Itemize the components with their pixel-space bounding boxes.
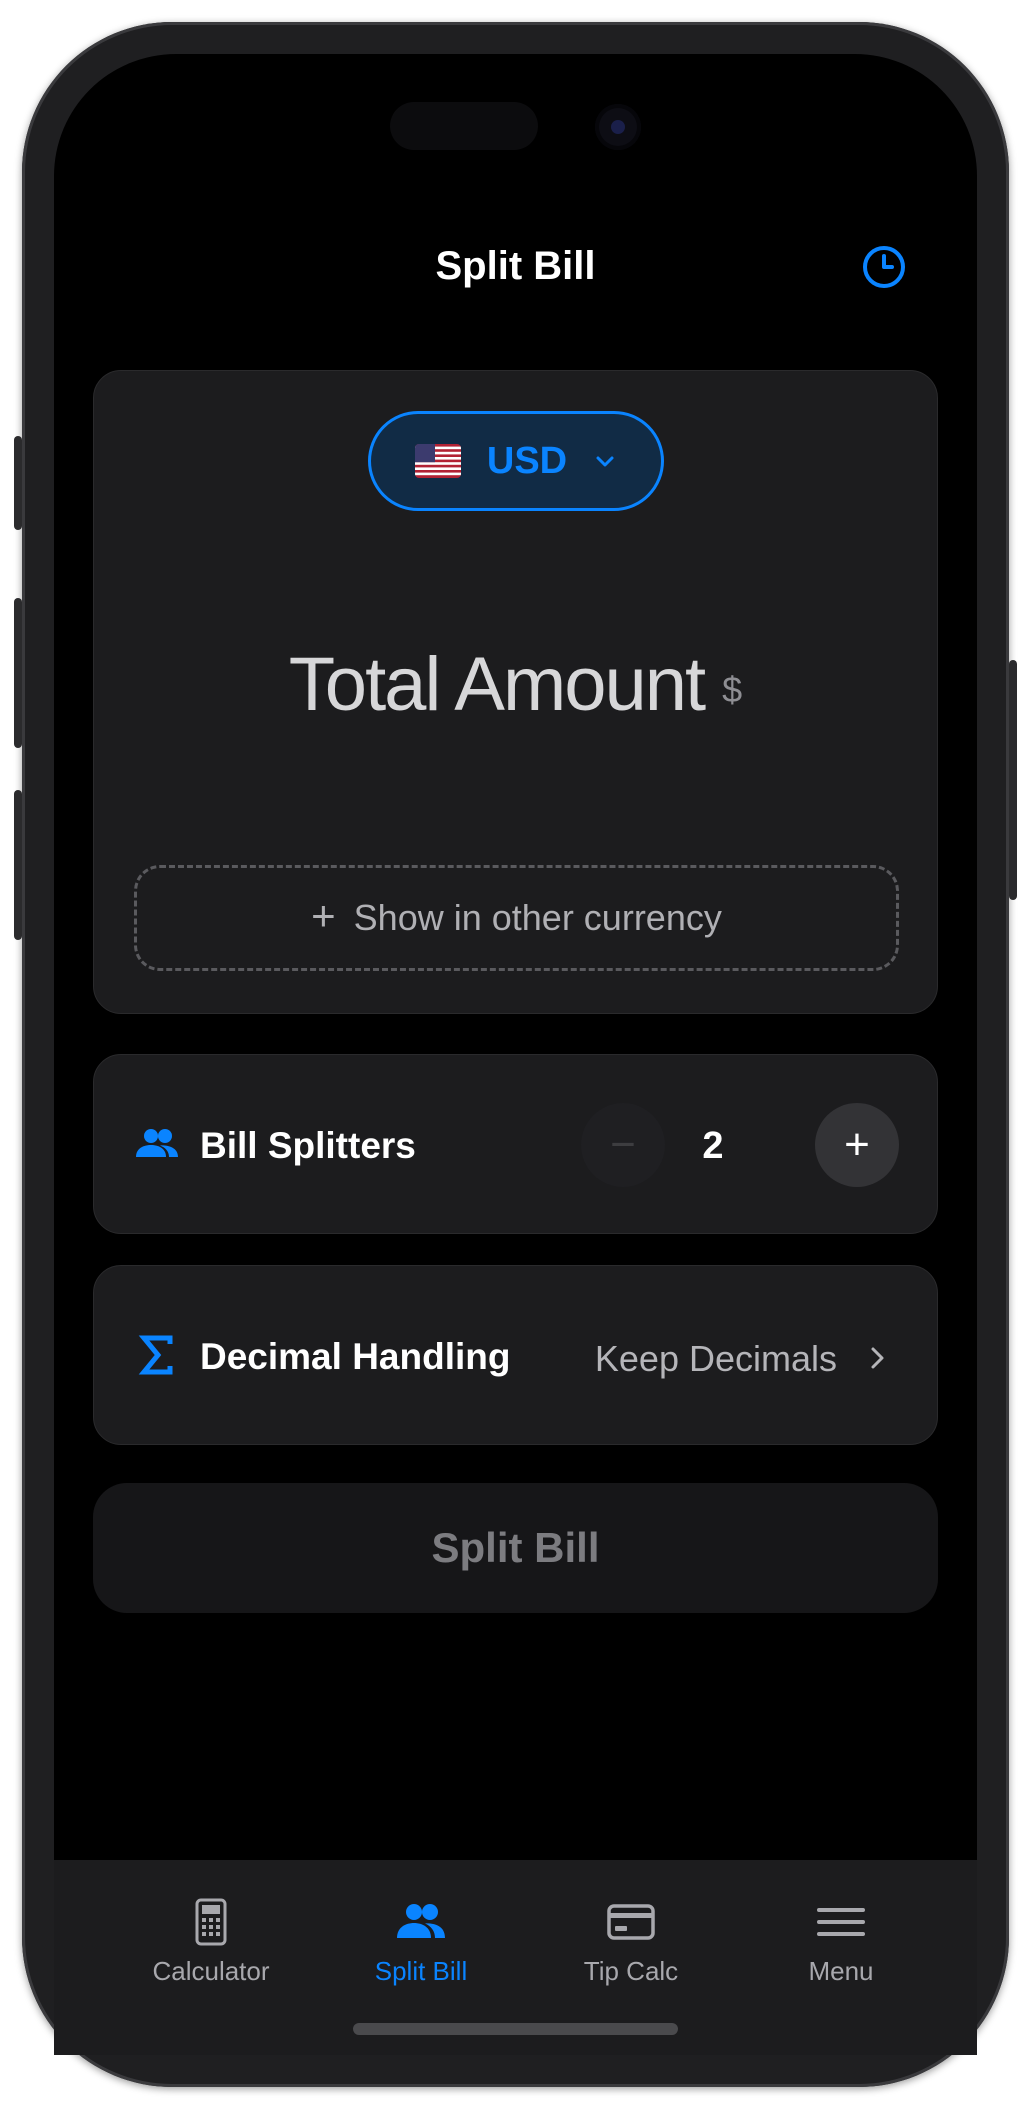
menu-icon [817, 1908, 865, 1936]
chevron-down-icon [596, 456, 614, 467]
currency-symbol: $ [722, 668, 743, 710]
tab-menu-label: Menu [808, 1956, 874, 1986]
currency-code: USD [486, 439, 568, 482]
card-icon [607, 1904, 655, 1940]
bill-splitters-row: Bill Splitters − 2 + [93, 1054, 938, 1234]
sigma-icon [138, 1335, 173, 1375]
decimal-handling-value: Keep Decimals [594, 1338, 837, 1379]
history-button[interactable] [861, 244, 907, 290]
tab-tip-calc-label: Tip Calc [583, 1956, 679, 1986]
action-button [14, 436, 22, 530]
decimal-handling-row[interactable]: Decimal Handling Keep Decimals [93, 1265, 938, 1445]
show-other-currency-label: Show in other currency [353, 897, 722, 938]
chevron-right-icon [871, 1347, 884, 1369]
people-icon [397, 1904, 445, 1938]
splitters-count: 2 [702, 1125, 724, 1167]
front-camera [595, 104, 641, 150]
tab-calculator[interactable]: Calculator [121, 1894, 301, 1987]
decrement-button[interactable]: − [581, 1103, 665, 1187]
total-amount-input[interactable]: Total Amount $ [94, 641, 937, 728]
amount-card: USD Total Amount $ + Show in other curren… [93, 370, 938, 1014]
people-icon [136, 1129, 178, 1157]
clock-icon [863, 246, 905, 288]
decimal-handling-label: Decimal Handling [200, 1336, 511, 1377]
show-other-currency-button[interactable]: + Show in other currency [134, 865, 899, 971]
us-flag-icon [414, 444, 461, 478]
total-amount-placeholder: Total Amount [288, 642, 706, 727]
currency-selector[interactable]: USD [368, 411, 664, 511]
calculator-icon [195, 1898, 227, 1946]
tab-tip-calc[interactable]: Tip Calc [541, 1894, 721, 1987]
volume-up-button [14, 598, 22, 748]
volume-down-button [14, 790, 22, 940]
tab-menu[interactable]: Menu [751, 1894, 931, 1987]
tab-split-bill[interactable]: Split Bill [331, 1894, 511, 1987]
home-indicator [353, 2023, 678, 2035]
power-button [1009, 660, 1017, 900]
bill-splitters-label: Bill Splitters [200, 1125, 416, 1166]
split-bill-button[interactable]: Split Bill [93, 1483, 938, 1613]
plus-icon: + [311, 892, 336, 939]
tab-calculator-label: Calculator [152, 1956, 270, 1986]
tab-split-bill-label: Split Bill [374, 1956, 468, 1986]
increment-button[interactable]: + [815, 1103, 899, 1187]
dynamic-island-sensor [390, 102, 538, 150]
